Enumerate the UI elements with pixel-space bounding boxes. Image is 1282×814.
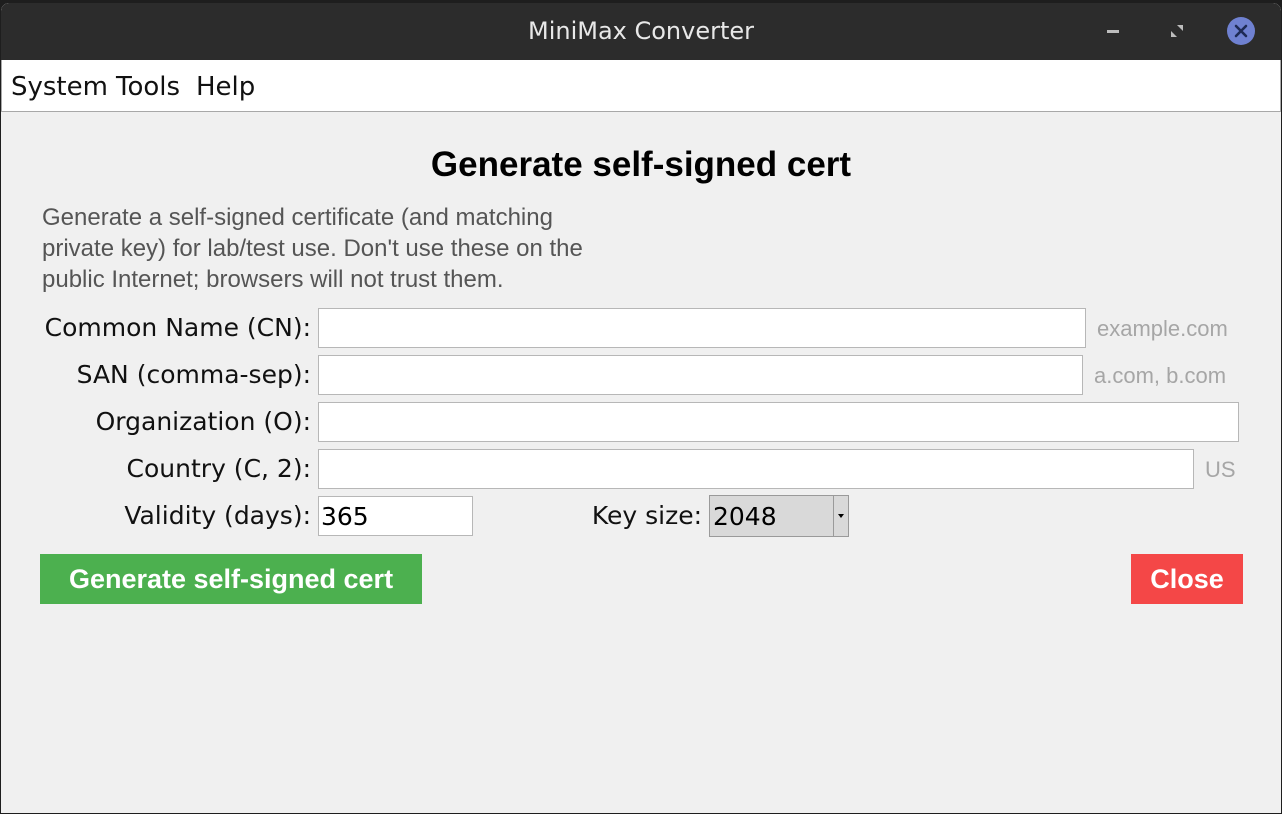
san-hint: a.com, b.com: [1094, 363, 1227, 388]
common-name-label: Common Name (CN):: [44, 313, 311, 342]
key-size-select[interactable]: 2048: [709, 495, 849, 537]
close-button[interactable]: Close: [1131, 554, 1243, 604]
dialog-heading: Generate self-signed cert: [430, 145, 852, 184]
description-line: Generate a self-signed certificate (and …: [42, 204, 553, 231]
validity-label: Validity (days):: [124, 501, 311, 530]
menu-bar: System Tools Help: [1, 60, 1281, 112]
window-title: MiniMax Converter: [527, 17, 755, 45]
san-label: SAN (comma-sep):: [76, 360, 311, 389]
dialog-description: Generate a self-signed certificate (and …: [42, 202, 682, 295]
common-name-hint: example.com: [1097, 316, 1228, 341]
restore-icon: [1171, 25, 1183, 37]
app-window: MiniMax Converter System Tools Help Gene…: [1, 3, 1281, 813]
organization-label: Organization (O):: [95, 407, 311, 436]
minimize-button[interactable]: [1099, 17, 1127, 45]
menu-tools[interactable]: Tools: [116, 72, 180, 102]
close-icon: [1234, 24, 1248, 38]
menu-system[interactable]: System: [11, 72, 108, 102]
san-input[interactable]: [318, 355, 1083, 395]
validity-input[interactable]: [318, 496, 473, 536]
key-size-value: 2048: [713, 502, 777, 531]
country-hint: US: [1205, 457, 1236, 482]
organization-input[interactable]: [318, 402, 1239, 442]
country-label: Country (C, 2):: [126, 454, 311, 483]
dropdown-arrow-icon: [833, 496, 848, 536]
menu-help[interactable]: Help: [196, 72, 255, 102]
common-name-input[interactable]: [318, 308, 1086, 348]
description-line: private key) for lab/test use. Don't use…: [42, 235, 583, 262]
minimize-icon: [1107, 30, 1119, 33]
generate-cert-button[interactable]: Generate self-signed cert: [40, 554, 422, 604]
key-size-label: Key size:: [591, 501, 702, 530]
window-close-button[interactable]: [1227, 17, 1255, 45]
maximize-button[interactable]: [1163, 17, 1191, 45]
country-input[interactable]: [318, 449, 1194, 489]
description-line: public Internet; browsers will not trust…: [42, 266, 504, 293]
title-bar: MiniMax Converter: [1, 3, 1281, 60]
